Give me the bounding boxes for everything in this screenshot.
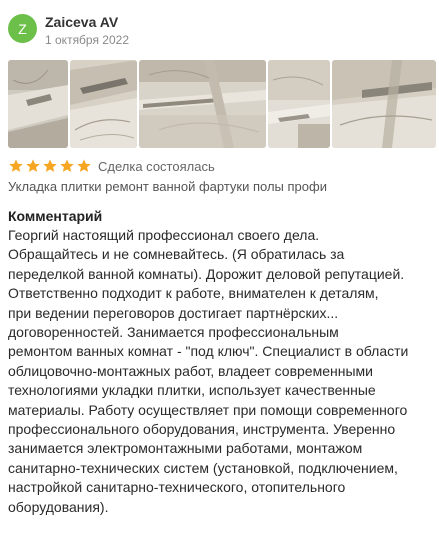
comment-text: Георгий настоящий профессионал своего де… <box>8 226 428 517</box>
star-icon <box>59 158 75 174</box>
comment-line: Обращайтесь и не сомневайтесь. (Я обрати… <box>8 246 345 263</box>
deal-status: Сделка состоялась <box>98 158 215 174</box>
comment-line: Ответственно подходит к работе, внимател… <box>8 285 379 302</box>
photo-gallery <box>8 60 436 148</box>
review-photo-2[interactable] <box>70 60 137 148</box>
services-list: Укладка плитки ремонт ванной фартуки пол… <box>8 179 327 194</box>
comment-line: Георгий настоящий профессионал своего де… <box>8 227 320 243</box>
review-date: 1 октября 2022 <box>45 33 129 47</box>
star-icon <box>42 158 58 174</box>
comment-line: профессионального оборудования, инструме… <box>8 421 396 438</box>
comment-line: технологиями укладки плитки, использует … <box>8 382 376 399</box>
comment-line: санитарно-технических систем (установкой… <box>8 459 398 476</box>
comment-line: переделкой ванной комнаты). Дорожит дело… <box>8 265 405 282</box>
comment-line: ремонтом ванных комнат - "под ключ". Спе… <box>8 343 409 360</box>
review-header: Z Zaiceva AV 1 октября 2022 <box>8 12 428 48</box>
review-photo-4[interactable] <box>268 60 330 148</box>
comment-line: договоренностей. Занимается профессионал… <box>8 324 339 341</box>
comment-line: занимается электромонтажными работами, м… <box>8 440 363 457</box>
author-name[interactable]: Zaiceva AV <box>45 14 118 30</box>
avatar[interactable]: Z <box>8 14 37 43</box>
rating: Сделка состоялась <box>8 157 215 175</box>
review-photo-3[interactable] <box>139 60 266 148</box>
comment-line: материалы. Работу осуществляет при помощ… <box>8 401 408 418</box>
star-icon <box>25 158 41 174</box>
comment-line: облицовочно-монтажных работ, владеет сов… <box>8 362 373 379</box>
review-photo-1[interactable] <box>8 60 68 148</box>
comment-line: оборудования). <box>8 498 109 515</box>
star-icon <box>8 158 24 174</box>
comment-title: Комментарий <box>8 208 103 224</box>
comment-line: настройкой санитарно-технического, отопи… <box>8 479 346 496</box>
star-icon <box>76 158 92 174</box>
comment-line: при ведении переговоров достигает партнё… <box>8 304 339 321</box>
review-photo-5[interactable] <box>332 60 436 148</box>
